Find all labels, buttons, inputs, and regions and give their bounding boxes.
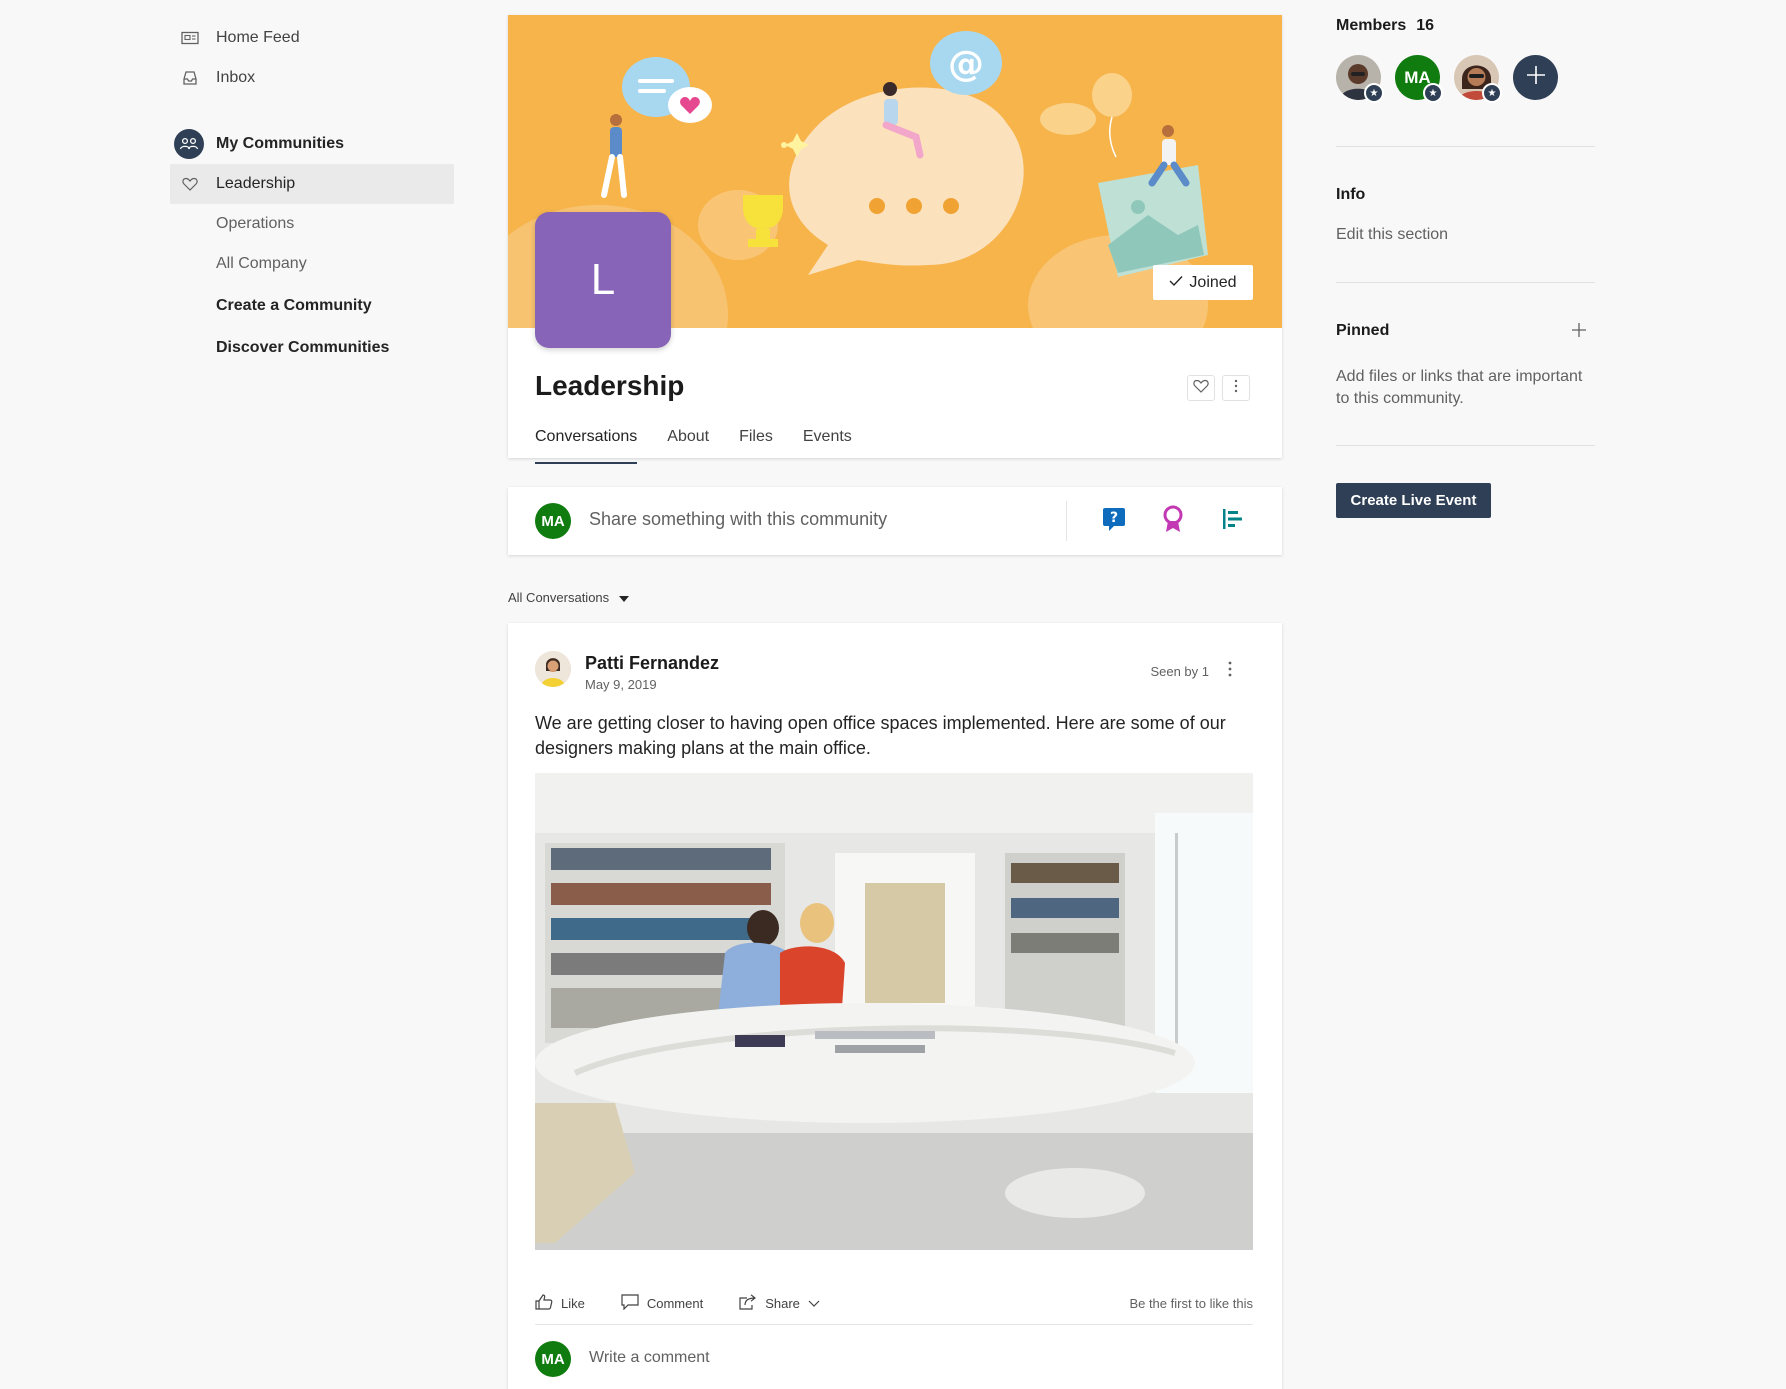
post-author[interactable]: Patti Fernandez: [585, 653, 719, 674]
share-label: Share: [765, 1295, 800, 1311]
checkmark-icon: [1169, 274, 1183, 292]
create-live-event-button[interactable]: Create Live Event: [1336, 483, 1491, 518]
caret-down-icon: [619, 590, 630, 605]
nav-my-communities[interactable]: My Communities: [170, 124, 454, 164]
divider: [1066, 501, 1067, 541]
nav-discover-communities[interactable]: Discover Communities: [170, 328, 454, 368]
member-avatar[interactable]: ★: [1336, 55, 1384, 103]
nav-my-communities-label: My Communities: [216, 135, 345, 152]
community-logo: L: [535, 212, 671, 348]
nav-community-leadership-label: Leadership: [216, 175, 296, 192]
nav-home-feed-label: Home Feed: [216, 29, 300, 46]
tab-files[interactable]: Files: [739, 425, 773, 464]
like-status: Be the first to like this: [1129, 1295, 1253, 1311]
community-tabs: Conversations About Files Events: [535, 425, 882, 464]
communities-icon: [174, 129, 204, 159]
nav-inbox[interactable]: Inbox: [170, 58, 454, 98]
nav-community-operations[interactable]: Operations: [170, 204, 454, 244]
community-header-card: @ Joined L Leadership Conversations Abou…: [508, 15, 1282, 464]
nav-inbox-label: Inbox: [216, 69, 256, 86]
favorite-button[interactable]: [1187, 375, 1215, 401]
ask-question-button[interactable]: ?: [1098, 505, 1130, 537]
more-vertical-icon: [1228, 661, 1232, 682]
badge-icon: [1162, 505, 1184, 538]
post-more-button[interactable]: [1222, 659, 1238, 683]
joined-button[interactable]: Joined: [1153, 265, 1253, 300]
plus-icon: [1526, 65, 1546, 90]
plus-icon: [1571, 322, 1587, 343]
post-card: Patti Fernandez May 9, 2019 Seen by 1 We…: [508, 623, 1282, 1389]
nav-community-all-company[interactable]: All Company: [170, 244, 454, 284]
divider: [1336, 445, 1595, 446]
nav-community-all-company-label: All Company: [216, 255, 307, 272]
inbox-icon: [180, 68, 200, 88]
edit-info-link[interactable]: Edit this section: [1336, 226, 1448, 244]
nav-discover-communities-label: Discover Communities: [216, 339, 390, 356]
avatar[interactable]: [535, 651, 571, 687]
member-avatar[interactable]: MA ★: [1395, 55, 1443, 103]
share-button[interactable]: Share: [739, 1293, 820, 1313]
post-actions: Like Comment Share Be the first to like …: [535, 1285, 1253, 1321]
members-label: Members: [1336, 17, 1407, 34]
heart-icon: [180, 174, 200, 194]
nav-community-leadership[interactable]: Leadership: [170, 164, 454, 204]
comment-button[interactable]: Comment: [621, 1293, 704, 1313]
pinned-description: Add files or links that are important to…: [1336, 368, 1583, 407]
divider: [1336, 282, 1595, 283]
member-avatar[interactable]: ★: [1454, 55, 1502, 103]
add-member-button[interactable]: [1513, 55, 1558, 100]
tab-conversations[interactable]: Conversations: [535, 425, 638, 464]
star-icon: ★: [1423, 83, 1443, 103]
nav-community-operations-label: Operations: [216, 215, 295, 232]
chevron-down-icon: [808, 1296, 820, 1311]
seen-by[interactable]: Seen by 1: [1150, 664, 1209, 679]
tab-about[interactable]: About: [667, 425, 709, 464]
comment-input[interactable]: Write a comment: [589, 1349, 710, 1367]
members-count[interactable]: 16: [1416, 17, 1434, 35]
nav-home-feed[interactable]: Home Feed: [170, 18, 454, 58]
star-icon: ★: [1482, 83, 1502, 103]
left-nav: Home Feed Inbox My Communities Leadershi…: [170, 18, 454, 368]
joined-label: Joined: [1189, 273, 1237, 291]
nav-create-community-label: Create a Community: [216, 297, 372, 314]
conversation-filter-dropdown[interactable]: All Conversations: [508, 590, 630, 605]
like-button[interactable]: Like: [535, 1293, 585, 1313]
heart-icon: [1193, 379, 1209, 398]
members-header: Members 16: [1336, 17, 1434, 35]
pinned-heading: Pinned: [1336, 322, 1390, 339]
divider: [535, 1324, 1253, 1325]
poll-icon: [1220, 507, 1244, 536]
praise-button[interactable]: [1157, 505, 1189, 537]
post-date: May 9, 2019: [585, 677, 657, 692]
more-vertical-icon: [1234, 379, 1238, 398]
post-body: We are getting closer to having open off…: [535, 713, 1226, 758]
question-icon: ?: [1101, 506, 1127, 537]
svg-text:?: ?: [1110, 510, 1118, 526]
community-logo-letter: L: [590, 255, 616, 304]
info-heading: Info: [1336, 186, 1366, 203]
filter-label: All Conversations: [508, 590, 610, 605]
tab-events[interactable]: Events: [803, 425, 852, 464]
add-pinned-button[interactable]: [1569, 322, 1589, 342]
post-image[interactable]: [535, 773, 1253, 1250]
avatar: MA: [535, 1341, 571, 1377]
share-input[interactable]: Share something with this community: [589, 509, 887, 530]
newspaper-icon: [180, 28, 200, 48]
star-icon: ★: [1364, 83, 1384, 103]
poll-button[interactable]: [1216, 505, 1248, 537]
share-icon: [739, 1293, 757, 1313]
community-title: Leadership: [535, 370, 685, 401]
divider: [1336, 146, 1595, 147]
avatar: MA: [535, 503, 571, 539]
svg-text:@: @: [948, 44, 984, 85]
comment-icon: [621, 1293, 639, 1313]
member-list: ★ MA ★ ★: [1336, 55, 1558, 103]
nav-create-community[interactable]: Create a Community: [170, 286, 454, 326]
like-label: Like: [561, 1295, 585, 1311]
share-composer: MA Share something with this community ?: [508, 487, 1282, 555]
more-options-button[interactable]: [1222, 375, 1250, 401]
thumbs-up-icon: [535, 1293, 553, 1313]
comment-label: Comment: [646, 1295, 704, 1311]
